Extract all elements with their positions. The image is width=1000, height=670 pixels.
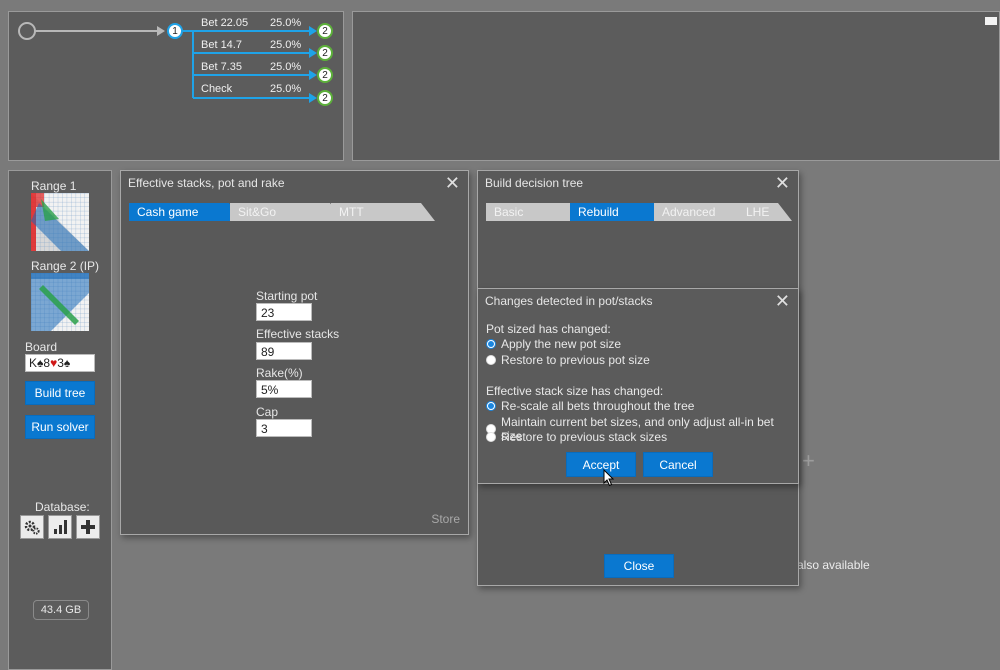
tab-cash-game[interactable]: Cash game — [129, 203, 243, 221]
close-icon[interactable]: ✕ — [445, 173, 460, 193]
stack-changed-heading: Effective stack size has changed: — [486, 384, 664, 398]
cap-input[interactable]: 3 — [256, 419, 312, 437]
arrow-icon — [309, 70, 317, 80]
gears-icon[interactable] — [20, 515, 44, 539]
action-label-bet-7: Bet 7.35 — [201, 61, 242, 73]
arrow-icon — [309, 26, 317, 36]
action-pct-check: 25.0% — [270, 83, 302, 95]
range-1-grid[interactable] — [31, 193, 89, 251]
bar-chart-icon[interactable] — [48, 515, 72, 539]
close-button[interactable]: Close — [604, 554, 674, 578]
radio-icon[interactable] — [486, 355, 496, 365]
add-plus-icon: + — [802, 448, 815, 473]
mouse-cursor-icon — [603, 469, 615, 487]
action-pct-bet-14: 25.0% — [270, 39, 302, 51]
close-icon[interactable]: ✕ — [775, 291, 790, 311]
action-label-check: Check — [201, 83, 233, 95]
radio-selected-icon[interactable] — [486, 401, 496, 411]
starting-pot-input[interactable]: 23 — [256, 303, 312, 321]
rake-input[interactable]: 5% — [256, 380, 312, 398]
left-sidebar: Range 1 (OOP) Range 2 (IP) Board K♠8♥3♠ … — [8, 170, 112, 670]
tab-lhe[interactable]: LHE — [738, 203, 792, 221]
range-2-grid[interactable] — [31, 273, 89, 331]
apply-new-pot-option[interactable]: Apply the new pot size — [486, 337, 621, 351]
pot-changed-heading: Pot sized has changed: — [486, 322, 611, 336]
stacks-dialog-title: Effective stacks, pot and rake — [128, 176, 285, 190]
spade-suit-icon: ♠ — [63, 356, 71, 370]
accept-button[interactable]: Accept — [566, 452, 636, 477]
range-2-label: Range 2 (IP) — [31, 259, 100, 273]
effective-stacks-input[interactable]: 89 — [256, 342, 312, 360]
cap-label: Cap — [256, 405, 279, 419]
cancel-button[interactable]: Cancel — [643, 452, 713, 477]
build-tree-dialog-title: Build decision tree — [485, 176, 584, 190]
board-label: Board — [25, 340, 58, 354]
restore-stacks-label: Restore to previous stack sizes — [501, 430, 668, 444]
memory-badge: 43.4 GB — [33, 600, 89, 620]
plus-icon[interactable] — [76, 515, 100, 539]
background-info-text: also available — [797, 558, 870, 572]
action-label-bet-14: Bet 14.7 — [201, 39, 242, 51]
rake-label: Rake(%) — [256, 366, 303, 380]
start-arrow-icon — [157, 26, 165, 36]
radio-icon[interactable] — [486, 432, 496, 442]
action-pct-bet-7: 25.0% — [270, 61, 302, 73]
close-icon[interactable]: ✕ — [775, 173, 790, 193]
tab-sit-and-go[interactable]: Sit&Go — [230, 203, 344, 221]
apply-new-pot-label: Apply the new pot size — [501, 337, 622, 351]
changes-dialog-title: Changes detected in pot/stacks — [485, 294, 653, 308]
radio-selected-icon[interactable] — [486, 339, 496, 349]
rescale-bets-option[interactable]: Re-scale all bets throughout the tree — [486, 399, 694, 413]
stacks-dialog: Effective stacks, pot and rake ✕ Cash ga… — [120, 170, 469, 535]
action-pct-bet-22: 25.0% — [270, 17, 302, 29]
build-tree-button[interactable]: Build tree — [25, 381, 95, 405]
strategy-view-panel — [352, 11, 1000, 161]
restore-pot-label: Restore to previous pot size — [501, 353, 650, 367]
changes-detected-dialog: Changes detected in pot/stacks ✕ Pot siz… — [477, 288, 799, 484]
effective-stacks-label: Effective stacks — [256, 327, 340, 341]
restore-pot-option[interactable]: Restore to previous pot size — [486, 353, 650, 367]
start-node-icon — [18, 22, 36, 40]
root-decision-node[interactable]: 1 — [167, 23, 183, 39]
board-card: K♠ — [29, 356, 44, 370]
board-card: 3♠ — [57, 356, 71, 370]
board-card: 8♥ — [43, 356, 58, 370]
arrow-icon — [309, 48, 317, 58]
database-label: Database: — [35, 500, 90, 514]
action-label-bet-22: Bet 22.05 — [201, 17, 249, 29]
tree-view-panel: 1 Bet 22.05 25.0% Bet 14.7 25.0% Bet 7.3… — [8, 11, 344, 161]
child-node-check[interactable]: 2 — [317, 90, 333, 106]
store-link[interactable]: Store — [431, 512, 460, 526]
child-node-bet-22[interactable]: 2 — [317, 23, 333, 39]
tab-mtt[interactable]: MTT — [331, 203, 435, 221]
run-solver-button[interactable]: Run solver — [25, 415, 95, 439]
arrow-icon — [309, 93, 317, 103]
rescale-bets-label: Re-scale all bets throughout the tree — [501, 399, 695, 413]
window-control-icon[interactable] — [983, 17, 997, 25]
starting-pot-label: Starting pot — [256, 289, 318, 303]
restore-stacks-option[interactable]: Restore to previous stack sizes — [486, 430, 667, 444]
child-node-bet-14[interactable]: 2 — [317, 45, 333, 61]
child-node-bet-7[interactable]: 2 — [317, 67, 333, 83]
board-input[interactable]: K♠8♥3♠ — [25, 354, 95, 372]
